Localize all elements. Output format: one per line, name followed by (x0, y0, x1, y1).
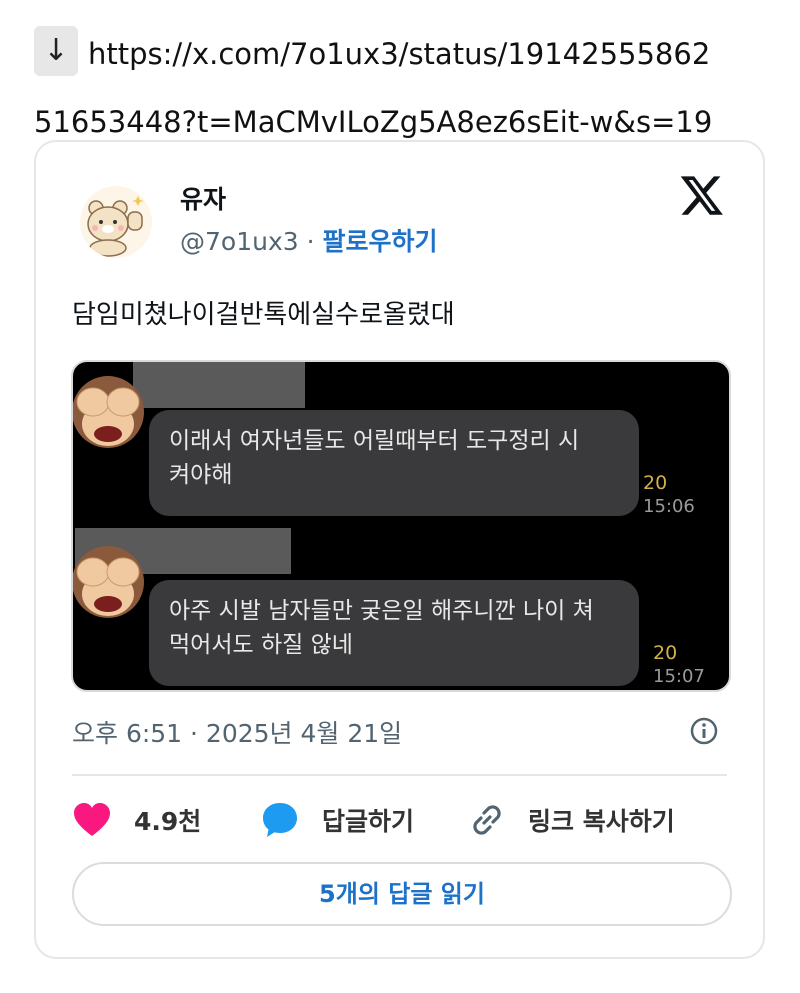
chat-bubble-1: 이래서 여자년들도 어릴때부터 도구정리 시 켜야해 (149, 410, 639, 516)
reply-bubble-icon (263, 803, 297, 837)
follow-button[interactable]: 팔로우하기 (323, 227, 438, 256)
unread-count-1: 20 (643, 472, 668, 494)
chat-bubble-1-line-1: 이래서 여자년들도 어릴때부터 도구정리 시 (169, 428, 580, 454)
like-button[interactable]: 4.9천 (72, 798, 201, 842)
handle-row: @7o1ux3 · 팔로우하기 (180, 222, 438, 258)
like-count: 4.9천 (134, 807, 202, 836)
chat-bubble-2-line-1: 아주 시발 남자들만 궂은일 해주니깐 나이 쳐 (169, 598, 594, 624)
copy-link-label: 링크 복사하기 (528, 807, 675, 836)
chat-bubble-1-line-2: 켜야해 (169, 462, 233, 488)
url-line-2[interactable]: 51653448?t=MaCMvILoZg5A8ez6sEit-w&s=19 (34, 100, 712, 144)
divider (72, 774, 727, 776)
url-line-1[interactable]: https://x.com/7o1ux3/status/19142555862 (88, 32, 710, 76)
see-no-evil-monkey-icon (73, 376, 144, 448)
tweet-timestamp[interactable]: 오후 6:51 · 2025년 4월 21일 (72, 714, 402, 750)
chat-bubble-2: 아주 시발 남자들만 궂은일 해주니깐 나이 쳐 먹어서도 하질 않네 (149, 580, 639, 686)
tweet-text: 담임미쳤나이걸반톡에실수로올렸대 (72, 300, 455, 330)
copy-link-button[interactable]: 링크 복사하기 (468, 798, 675, 842)
info-icon[interactable] (689, 716, 719, 746)
unread-count-2: 20 (653, 642, 678, 664)
tweet-media-image[interactable]: 이래서 여자년들도 어릴때부터 도구정리 시 켜야해 20 15:06 아주 시… (71, 360, 731, 692)
link-icon (473, 805, 501, 835)
reply-button[interactable]: 답글하기 (260, 798, 414, 842)
reply-label: 답글하기 (322, 807, 415, 836)
display-name[interactable]: 유자 (180, 180, 226, 216)
down-arrow-icon: ↓ (34, 26, 78, 76)
avatar[interactable] (80, 186, 152, 258)
message-time-1: 15:06 (643, 496, 695, 517)
heart-icon (74, 803, 110, 836)
link-header: ↓ https://x.com/7o1ux3/status/1914255586… (34, 26, 774, 139)
redacted-name-bar (133, 362, 305, 408)
message-time-2: 15:07 (653, 666, 705, 687)
x-logo-icon[interactable] (679, 172, 725, 218)
see-no-evil-monkey-icon (73, 546, 144, 618)
tweet-card: 유자 @7o1ux3 · 팔로우하기 담임미쳤나이걸반톡에실수로올렸대 이래서 … (34, 140, 765, 959)
read-replies-button[interactable]: 5개의 답글 읽기 (72, 862, 732, 926)
chat-bubble-2-line-2: 먹어서도 하질 않네 (169, 632, 353, 658)
handle[interactable]: @7o1ux3 (180, 227, 299, 256)
separator: · (306, 227, 315, 256)
